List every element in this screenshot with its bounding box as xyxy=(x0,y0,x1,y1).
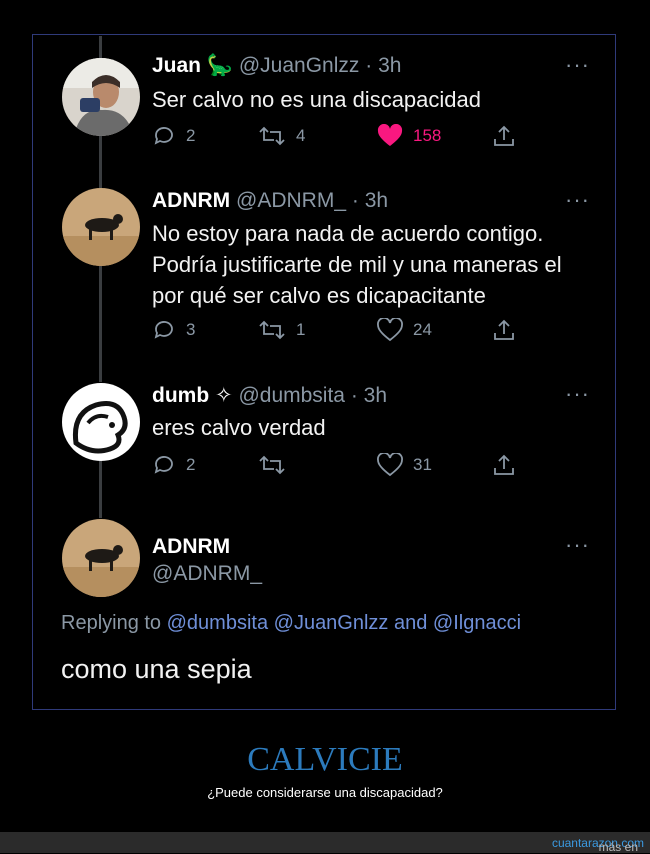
author-handle[interactable]: @JuanGnlzz xyxy=(239,54,360,77)
tweet-text: No estoy para nada de acuerdo contigo. P… xyxy=(152,218,562,311)
tweet-text-line: Ser calvo no es una discapacidad xyxy=(152,87,481,112)
author-name-row: ADNRM @ADNRM_ · 3h xyxy=(152,189,388,213)
tweet-time[interactable]: 3h xyxy=(378,54,401,77)
more-icon[interactable]: ··· xyxy=(565,189,590,211)
thread-line xyxy=(99,265,102,382)
retweet-button[interactable]: 4 xyxy=(258,124,305,148)
like-icon xyxy=(377,453,403,477)
more-icon[interactable]: ··· xyxy=(565,534,590,556)
author-name-row: dumb ✧ @dumbsita · 3h xyxy=(152,383,387,408)
tweet-text-line: No estoy para nada de acuerdo contigo. xyxy=(152,221,544,246)
author-name-row: Juan 🦕 @JuanGnlzz · 3h xyxy=(152,54,401,78)
avatar-photo xyxy=(62,58,140,136)
retweet-icon xyxy=(259,455,285,475)
reply-button[interactable]: 2 xyxy=(152,124,195,148)
share-button[interactable] xyxy=(492,318,516,342)
share-icon xyxy=(494,454,514,475)
like-count: 31 xyxy=(413,455,432,474)
tweet-thread-frame xyxy=(32,34,616,710)
like-button[interactable]: 158 xyxy=(377,124,441,148)
tweet-text-line: eres calvo verdad xyxy=(152,415,326,440)
replying-label: Replying to xyxy=(61,612,162,634)
main-tweet-text: como una sepia xyxy=(61,654,252,684)
separator-dot: · xyxy=(351,189,359,212)
retweet-icon xyxy=(259,320,285,340)
like-icon xyxy=(377,318,403,342)
thread-line xyxy=(99,135,102,188)
thread-line xyxy=(99,460,102,518)
tweet-text: Ser calvo no es una discapacidad xyxy=(152,84,481,115)
retweet-icon xyxy=(259,126,285,146)
avatar-photo xyxy=(62,519,140,597)
tweet-text: eres calvo verdad xyxy=(152,412,326,443)
footer-credit: más en cuantarazon.com xyxy=(552,836,644,854)
reply-icon xyxy=(154,127,173,145)
share-icon xyxy=(494,319,514,340)
avatar-photo xyxy=(62,188,140,266)
avatar[interactable] xyxy=(62,519,140,597)
share-button[interactable] xyxy=(492,453,516,477)
replying-to: Replying to @dumbsita @JuanGnlzz and @Il… xyxy=(61,612,521,635)
retweet-button[interactable]: 1 xyxy=(258,318,305,342)
separator-dot: · xyxy=(365,54,373,77)
replying-mentions[interactable]: @dumbsita @JuanGnlzz and @Ilgnacci xyxy=(167,612,521,634)
more-icon[interactable]: ··· xyxy=(565,383,590,405)
caption-subtitle: ¿Puede considerarse una discapacidad? xyxy=(207,785,443,800)
tweet-text-line: Podría justificarte de mil y una maneras… xyxy=(152,252,562,277)
tweet-text-line: por qué ser calvo es dicapacitante xyxy=(152,283,486,308)
retweet-count: 4 xyxy=(296,126,306,145)
separator-dot: · xyxy=(350,384,358,407)
reply-button[interactable]: 3 xyxy=(152,318,195,342)
author-name[interactable]: ADNRM xyxy=(152,535,230,559)
like-count: 24 xyxy=(413,320,432,339)
more-icon[interactable]: ··· xyxy=(565,54,590,76)
like-count: 158 xyxy=(413,126,442,145)
author-handle[interactable]: @dumbsita xyxy=(238,384,345,407)
dinosaur-emoji-icon: 🦕 xyxy=(206,54,234,77)
like-button[interactable]: 31 xyxy=(377,453,432,477)
avatar-photo xyxy=(62,383,140,461)
reply-icon xyxy=(154,456,173,474)
share-button[interactable] xyxy=(492,124,516,148)
author-name[interactable]: dumb xyxy=(152,384,209,407)
site-footer: más en cuantarazon.com xyxy=(0,832,650,854)
author-name[interactable]: ADNRM xyxy=(152,189,230,212)
reply-count: 2 xyxy=(186,126,196,145)
author-handle[interactable]: @ADNRM_ xyxy=(152,562,262,586)
like-icon xyxy=(377,124,403,146)
avatar[interactable] xyxy=(62,188,140,266)
reply-button[interactable]: 2 xyxy=(152,453,195,477)
tweet-time[interactable]: 3h xyxy=(365,189,388,212)
sparkle-icon: ✧ xyxy=(215,384,233,407)
avatar[interactable] xyxy=(62,383,140,461)
retweet-button[interactable] xyxy=(258,453,296,477)
thread-line xyxy=(99,36,102,58)
footer-prefix: más en xyxy=(598,840,638,854)
reply-icon xyxy=(154,321,173,339)
author-name[interactable]: Juan xyxy=(152,54,201,77)
share-icon xyxy=(494,125,514,146)
reply-count: 3 xyxy=(186,320,196,339)
author-handle[interactable]: @ADNRM_ xyxy=(236,189,346,212)
avatar[interactable] xyxy=(62,58,140,136)
retweet-count: 1 xyxy=(296,320,306,339)
caption-title: CALVICIE xyxy=(247,741,403,778)
reply-count: 2 xyxy=(186,455,196,474)
tweet-time[interactable]: 3h xyxy=(364,384,387,407)
like-button[interactable]: 24 xyxy=(377,318,432,342)
